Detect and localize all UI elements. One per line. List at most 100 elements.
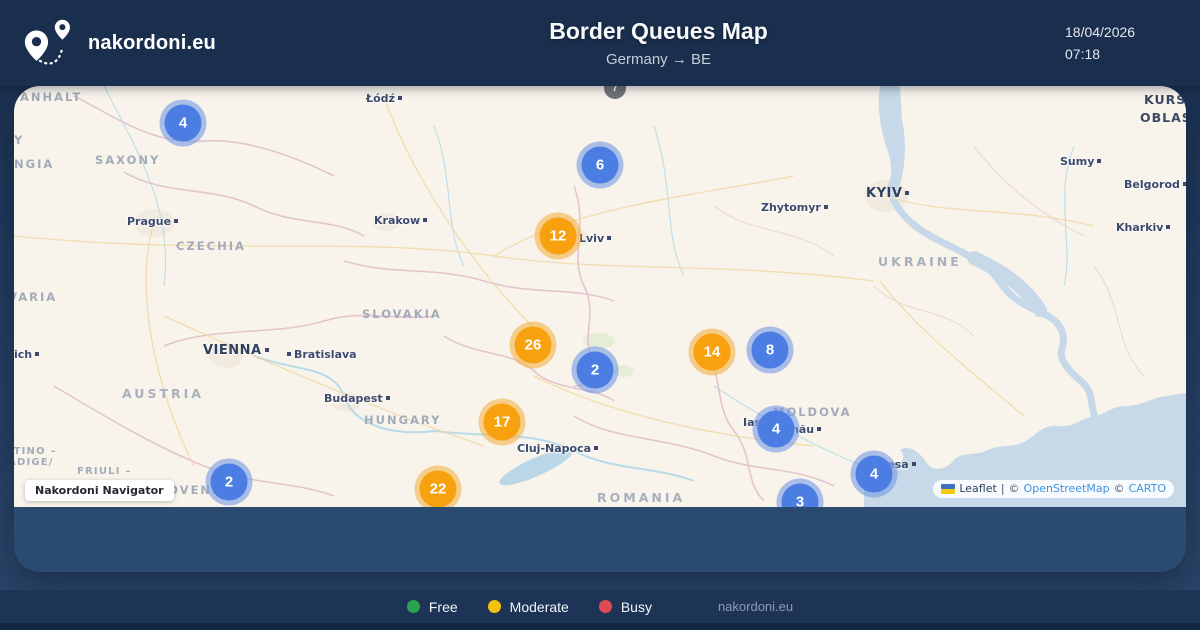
map-label: HUNGARY [364, 413, 441, 427]
header-date: 18/04/2026 [1065, 24, 1136, 40]
map-label-text: CZECHIA [176, 239, 246, 253]
header-datetime: 18/04/2026 07:18 [1065, 21, 1200, 65]
footer-brand: nakordoni.eu [717, 599, 794, 614]
map-label-text: Cluj-Napoca [517, 442, 592, 455]
queue-marker[interactable]: 6 [581, 146, 619, 184]
map-label-text: Bratislava [294, 348, 357, 361]
city-dot-icon [287, 352, 291, 356]
city-dot-icon [423, 218, 428, 222]
map-label: AVARIA [14, 290, 57, 304]
legend-label: Free [428, 598, 458, 615]
map-label: KYIV [866, 186, 910, 201]
map-label: ich [14, 348, 40, 361]
brand-text: nakordoni.eu [88, 31, 216, 54]
city-dot-icon [1166, 225, 1171, 229]
map-label-text: Sumy [1060, 155, 1095, 168]
map-label-text: Łódź [366, 92, 395, 105]
queue-marker-count: 12 [549, 227, 567, 245]
map-label-text: Kharkiv [1116, 221, 1164, 234]
map-label-text: NTINO – [14, 446, 57, 457]
map-label-text: KURSK [1144, 92, 1186, 107]
queue-marker[interactable]: 4 [757, 410, 795, 448]
map-label: SLOVAKIA [362, 307, 442, 321]
city-dot-icon [905, 190, 910, 195]
queue-marker-count: 3 [795, 493, 805, 508]
legend-item-moderate: Moderate [487, 599, 569, 615]
map-label: Krakow [374, 214, 428, 227]
queue-marker[interactable]: 17 [483, 403, 521, 441]
map-label-text: NGIA [14, 157, 55, 171]
queue-marker-count: 2 [590, 361, 600, 379]
queue-marker-count: 4 [869, 465, 879, 483]
city-dot-icon [385, 396, 390, 400]
legend-dot-icon [487, 600, 501, 613]
copyright-symbol: © [1113, 482, 1125, 495]
map-label-text: KYIV [866, 186, 903, 201]
map-label: UKRAINE [878, 254, 962, 269]
brand: nakordoni.eu [0, 18, 252, 68]
openstreetmap-link[interactable]: OpenStreetMap [1024, 482, 1110, 495]
map-label-text: Belgorod [1124, 178, 1180, 191]
map-label: Y [14, 133, 24, 147]
title-block: Border Queues Map Germany → BE [252, 18, 1065, 68]
map-label-text: ADIGE/ [14, 457, 54, 468]
legend-dot-icon [598, 600, 612, 613]
map-label-text: Prague [127, 215, 172, 228]
leaflet-link[interactable]: Leaflet [959, 482, 996, 495]
queue-marker[interactable]: 2 [210, 463, 248, 501]
map-label: SAXONY [95, 153, 160, 167]
queue-marker[interactable]: 4 [855, 455, 893, 493]
attribution-separator: | [1000, 482, 1005, 495]
page-title: Border Queues Map [549, 18, 768, 44]
city-dot-icon [174, 219, 179, 223]
queue-marker[interactable]: 12 [539, 217, 577, 255]
map-label-text: Krakow [374, 214, 421, 227]
map-label: KURSK [1144, 92, 1186, 107]
queue-marker[interactable]: 2 [576, 351, 614, 389]
map-label-text: Budapest [324, 392, 383, 405]
copyright-symbol: © [1008, 482, 1020, 495]
city-dot-icon [264, 347, 269, 352]
queue-marker[interactable]: 26 [514, 326, 552, 364]
header-time: 07:18 [1065, 46, 1101, 62]
city-dot-icon [911, 462, 916, 466]
map-label-text: SLOVAKIA [362, 307, 442, 321]
carto-link[interactable]: CARTO [1129, 482, 1166, 495]
map-label: Belgorod [1124, 178, 1186, 191]
map-label: FRIULI – [77, 466, 132, 477]
legend-item-free: Free [406, 598, 458, 615]
map-label: AUSTRIA [122, 386, 204, 401]
queue-marker[interactable]: 22 [419, 470, 457, 507]
map-label-text: ANHALT [20, 90, 83, 104]
map-label: VIENNA [203, 343, 269, 358]
page-subtitle: Germany → BE [605, 51, 712, 68]
queue-marker-count: 22 [429, 480, 447, 498]
queue-marker[interactable]: 14 [693, 333, 731, 371]
legend-dot-icon [406, 600, 420, 613]
queue-marker-count: 14 [703, 343, 721, 361]
city-dot-icon [594, 446, 599, 450]
map-label-text: Zhytomyr [761, 201, 821, 214]
map-attribution: Leaflet | © OpenStreetMap © CARTO [933, 480, 1174, 498]
queue-marker-count: 17 [493, 413, 511, 431]
map-label: Łódź [366, 92, 402, 105]
map-label: ANHALT [20, 90, 82, 104]
map-label-text: SAXONY [95, 153, 161, 167]
city-dot-icon [397, 96, 402, 100]
map-label: Zhytomyr [761, 201, 828, 214]
queue-marker-count: 8 [765, 341, 775, 359]
city-dot-icon [1182, 182, 1186, 186]
map-label-text: AUSTRIA [122, 386, 204, 401]
map-canvas[interactable]: Nakordoni Navigator Leaflet | © OpenStre… [14, 86, 1186, 507]
map-label: Cluj-Napoca [517, 442, 599, 455]
map-label-text: ROMANIA [597, 490, 686, 505]
header: nakordoni.eu Border Queues Map Germany →… [0, 0, 1200, 86]
city-dot-icon [817, 427, 822, 431]
map-card: Nakordoni Navigator Leaflet | © OpenStre… [14, 86, 1186, 572]
city-dot-icon [35, 352, 40, 356]
city-dot-icon [823, 205, 828, 209]
queue-marker[interactable]: 4 [164, 104, 202, 142]
map-label: NGIA [14, 157, 54, 171]
queue-marker[interactable]: 8 [751, 331, 789, 369]
ukraine-flag-icon [941, 483, 956, 494]
